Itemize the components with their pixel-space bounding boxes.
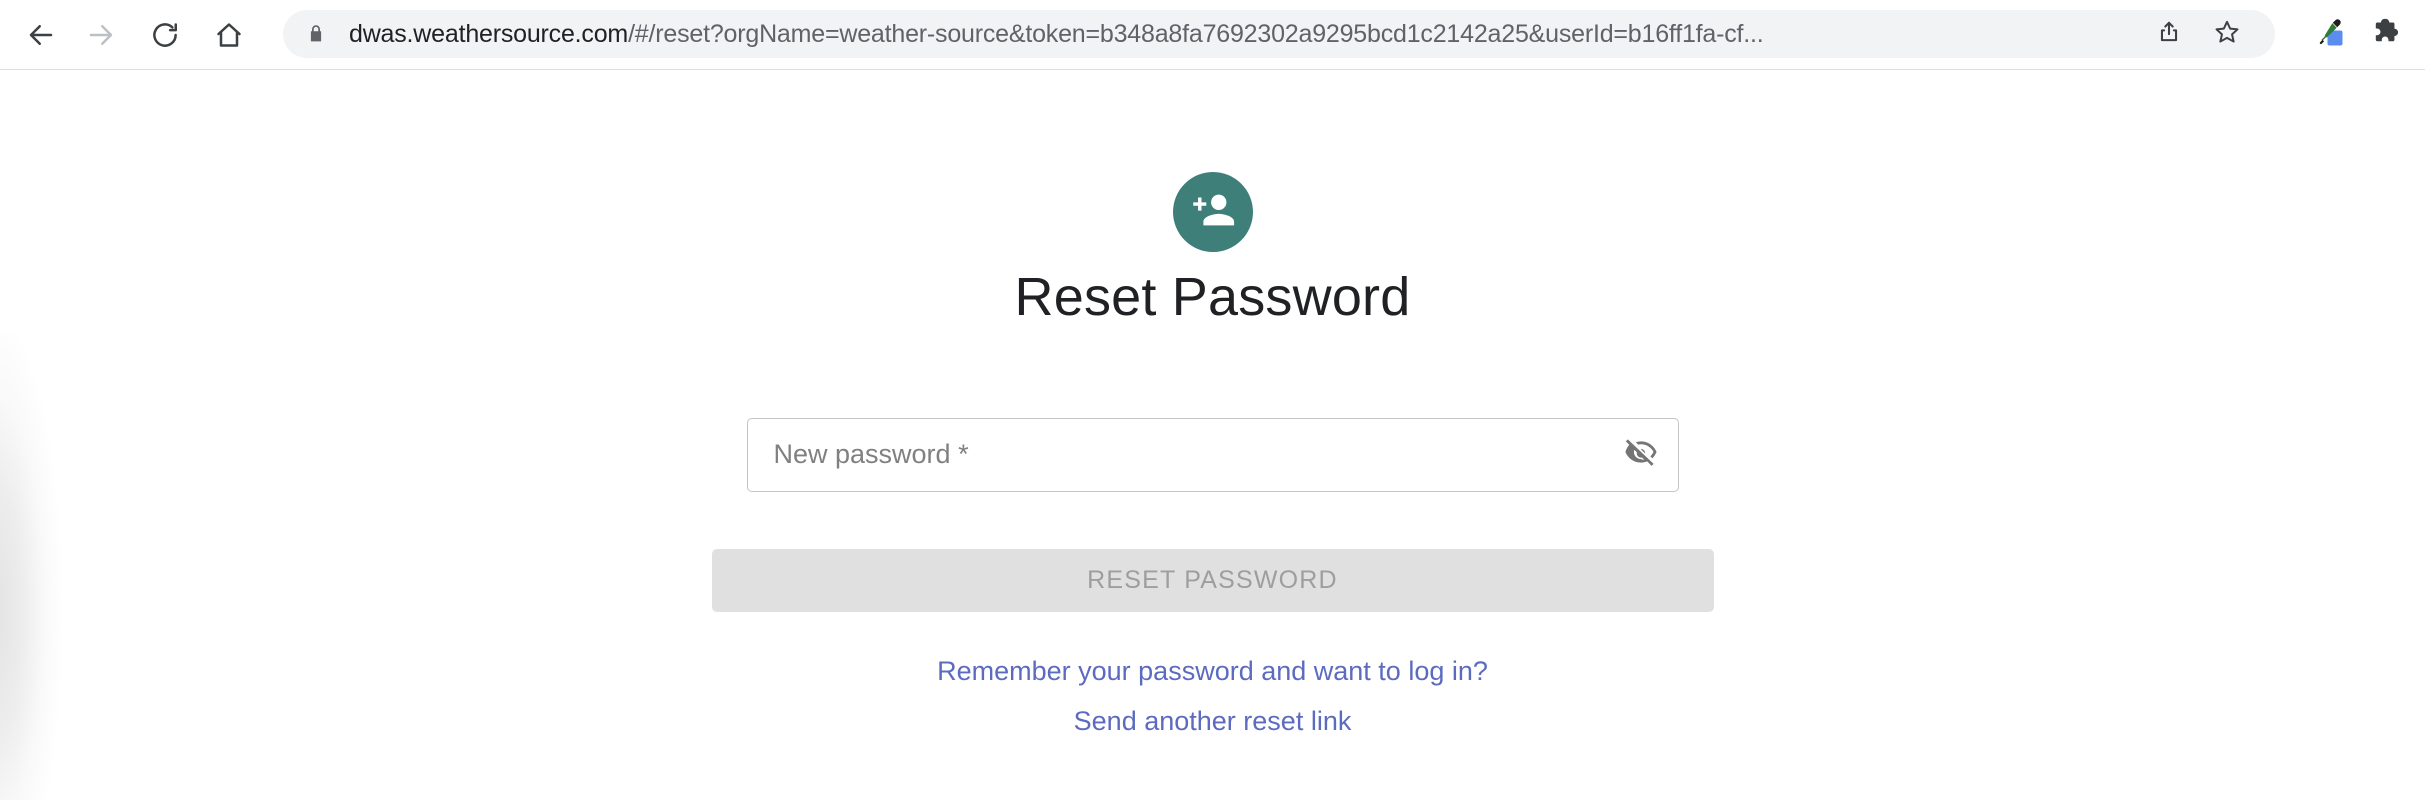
- star-outline-icon: [2213, 18, 2241, 51]
- page-title: Reset Password: [1014, 267, 1411, 327]
- url-path: /#/reset?orgName=weather-source&token=b3…: [628, 20, 1764, 48]
- toggle-password-visibility-button[interactable]: [1604, 419, 1678, 491]
- reset-password-form: Reset Password RESET PASSWORD Remember y…: [0, 71, 2425, 735]
- person-add-icon: [1190, 187, 1236, 238]
- avatar: [1172, 172, 1253, 252]
- bookmark-button[interactable]: [2201, 10, 2253, 58]
- url-text: dwas.weathersource.com/#/reset?orgName=w…: [335, 10, 2143, 58]
- browser-toolbar: dwas.weathersource.com/#/reset?orgName=w…: [0, 0, 2425, 70]
- login-link[interactable]: Remember your password and want to log i…: [937, 657, 1488, 685]
- color-picker-extension-button[interactable]: [2303, 10, 2359, 58]
- share-button[interactable]: [2143, 10, 2195, 58]
- arrow-left-icon: [26, 20, 56, 50]
- extensions-menu-button[interactable]: [2359, 10, 2415, 58]
- puzzle-piece-icon: [2371, 16, 2403, 53]
- new-password-input[interactable]: [747, 419, 1604, 490]
- arrow-right-icon: [86, 20, 116, 50]
- home-button[interactable]: [202, 8, 256, 62]
- share-icon: [2156, 19, 2182, 50]
- new-password-field[interactable]: [746, 417, 1679, 492]
- reload-icon: [150, 20, 180, 50]
- url-origin: dwas.weathersource.com: [349, 20, 629, 48]
- home-icon: [214, 20, 244, 50]
- back-button[interactable]: [14, 8, 68, 62]
- forward-button[interactable]: [74, 8, 128, 62]
- page-content: Reset Password RESET PASSWORD Remember y…: [0, 71, 2425, 800]
- reload-button[interactable]: [138, 8, 192, 62]
- toolbar-extensions: [2303, 10, 2415, 58]
- eye-off-icon: [1624, 435, 1658, 474]
- reset-password-button[interactable]: RESET PASSWORD: [711, 548, 1714, 612]
- address-bar[interactable]: dwas.weathersource.com/#/reset?orgName=w…: [283, 10, 2275, 58]
- lock-icon[interactable]: [301, 22, 331, 46]
- resend-reset-link[interactable]: Send another reset link: [1074, 707, 1352, 735]
- eyedropper-icon: [2314, 15, 2348, 54]
